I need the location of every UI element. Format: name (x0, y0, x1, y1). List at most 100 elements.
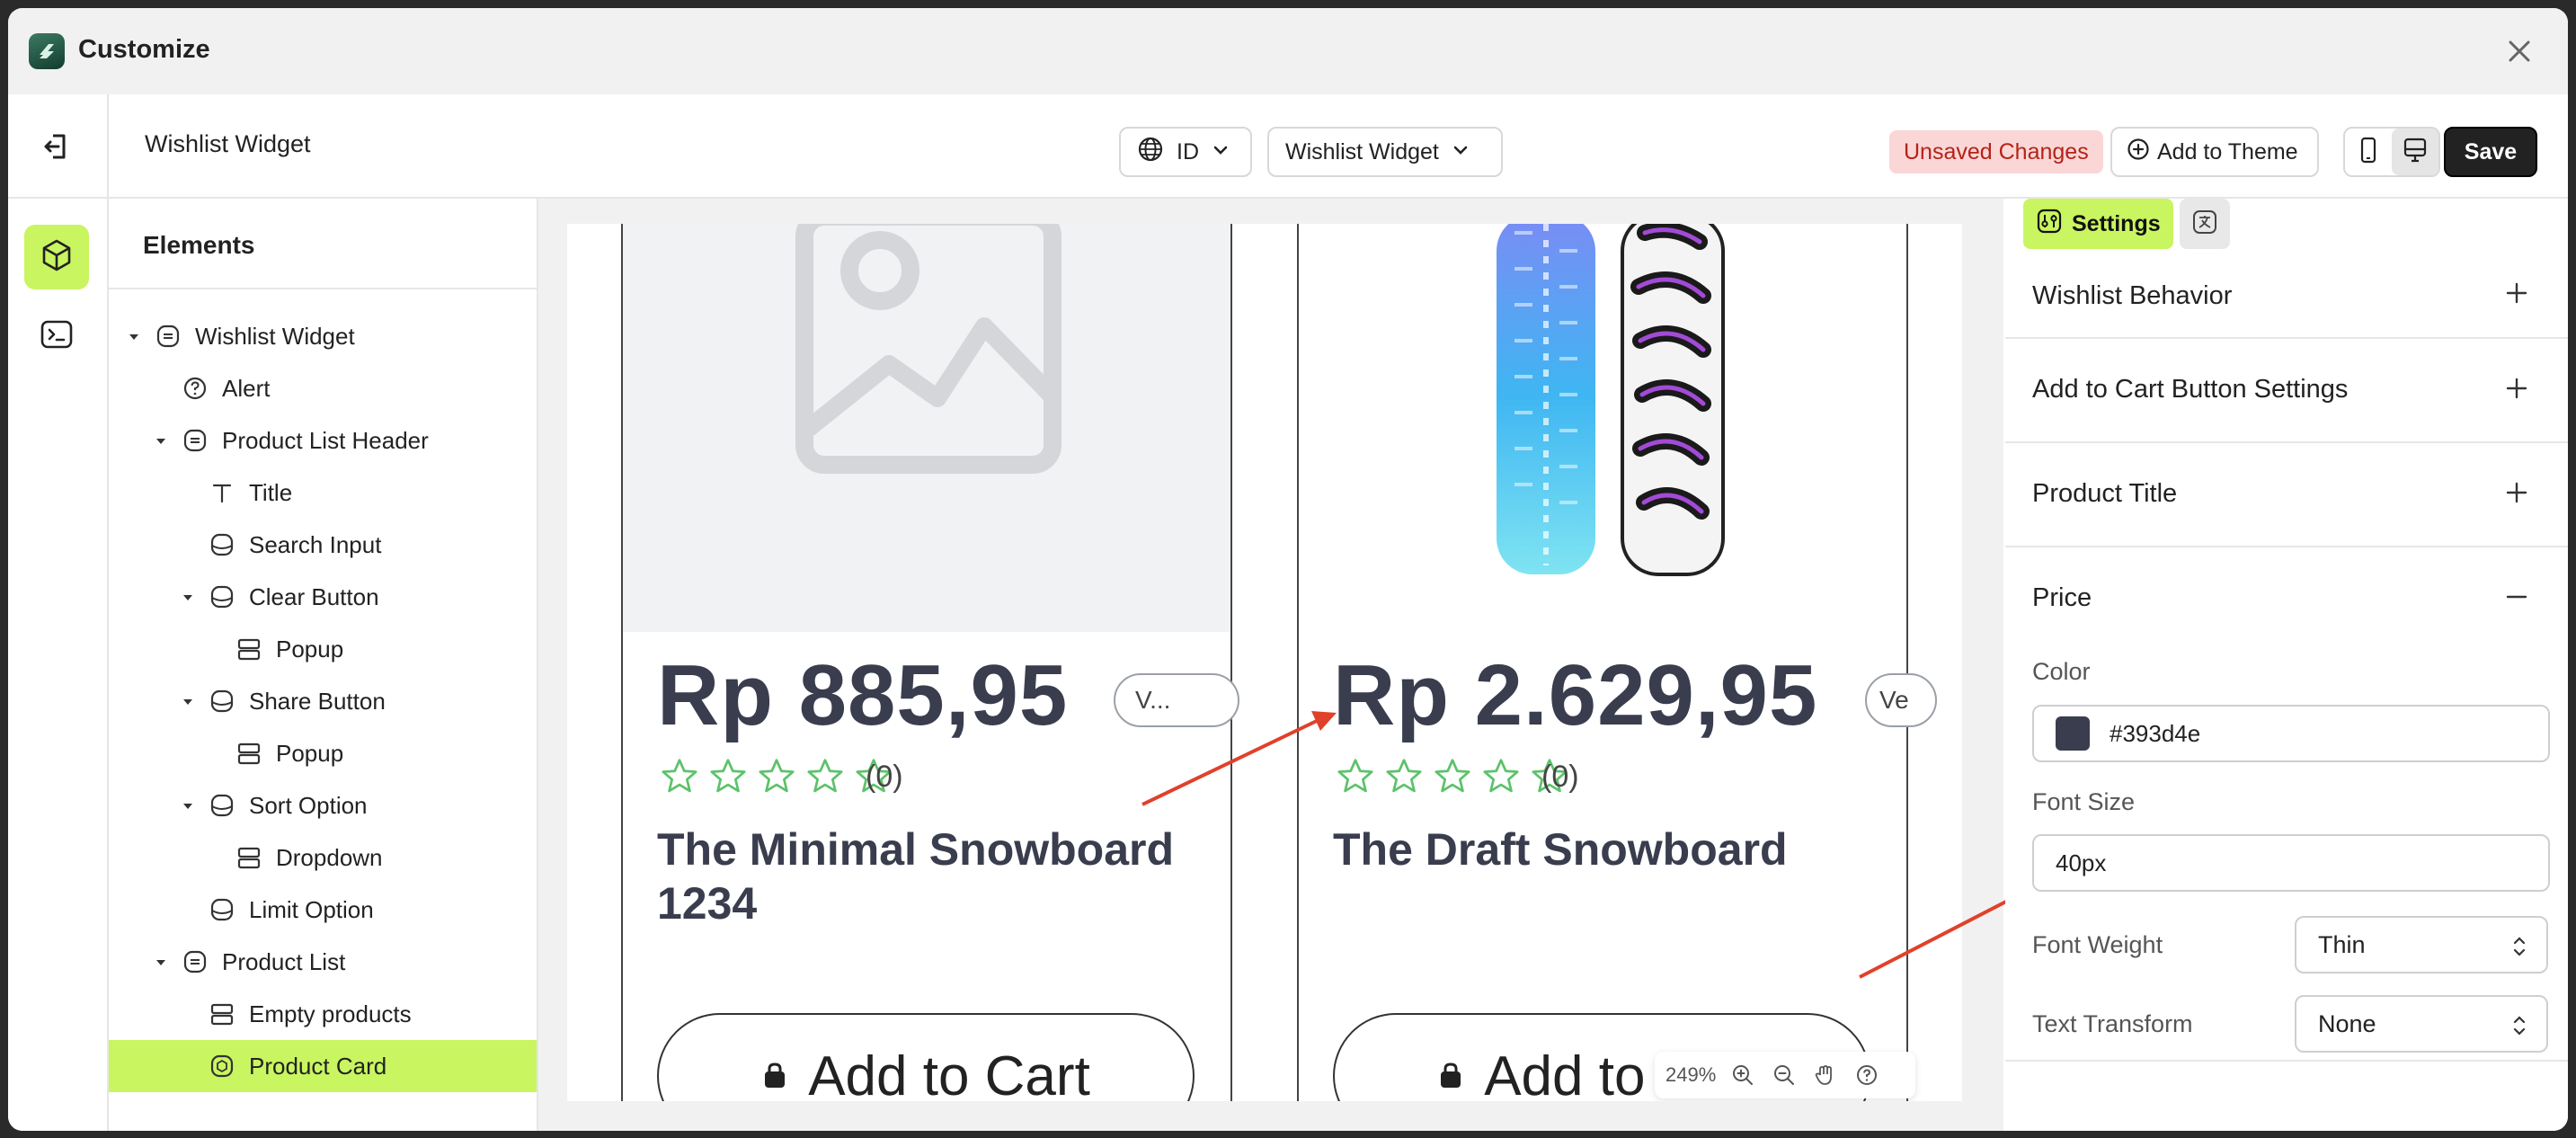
caret-down-icon[interactable] (182, 697, 193, 707)
code-tool-button[interactable] (24, 304, 89, 369)
tree-label: Alert (222, 374, 271, 402)
minus-icon[interactable] (2505, 585, 2528, 609)
block-icon (208, 791, 236, 820)
star-icon (1483, 759, 1519, 793)
color-swatch[interactable] (2056, 716, 2090, 751)
caret-down-icon[interactable] (155, 957, 166, 968)
terminal-icon (39, 316, 75, 357)
elements-panel: Elements Wishlist Widget Alert Product L… (109, 199, 538, 1131)
settings-panel: Settings Wishlist Behavior Add to Cart B… (2005, 199, 2568, 1131)
unsaved-changes-badge: Unsaved Changes (1889, 130, 2103, 173)
tree-label: Title (249, 478, 293, 506)
tab-settings[interactable]: Settings (2023, 199, 2173, 249)
tree-item-popup[interactable]: Popup (109, 623, 537, 675)
section-product-title[interactable]: Product Title (2005, 443, 2568, 547)
window-title: Customize (78, 35, 210, 64)
chevron-down-icon (1212, 139, 1230, 165)
tree-label: Product List Header (222, 426, 429, 454)
tree-item-clear-button[interactable]: Clear Button (109, 571, 537, 623)
hand-icon[interactable] (1811, 1061, 1840, 1089)
product-title-line: The Minimal Snowboard (657, 824, 1175, 875)
snowboard-image (1497, 224, 1725, 576)
product-card-icon (208, 1052, 236, 1080)
bag-icon (765, 1062, 786, 1088)
product-title-line: The Draft Snowboard (1333, 824, 1788, 875)
block-icon (208, 582, 236, 611)
bag-icon (1441, 1062, 1461, 1088)
text-transform-select[interactable]: None (2295, 995, 2548, 1053)
product-card[interactable]: Rp 2.629,95 Ve (0) The Draft Snowboard A… (1297, 224, 1937, 1101)
preview-frame: Rp 885,95 V... (0) The Minimal Snowboard… (567, 224, 1962, 1101)
product-image (1299, 224, 1906, 632)
tab-translate[interactable] (2180, 199, 2230, 249)
add-to-cart-button[interactable]: Add to Cart (657, 1013, 1195, 1101)
tree-item-popup[interactable]: Popup (109, 727, 537, 779)
elements-tool-button[interactable] (24, 225, 89, 289)
tree-item-dropdown[interactable]: Dropdown (109, 831, 537, 884)
mobile-view-button[interactable] (2345, 129, 2392, 175)
star-icon (1386, 759, 1422, 793)
rail-divider (8, 197, 107, 199)
desktop-icon (2402, 137, 2429, 168)
star-icon (1435, 759, 1470, 793)
desktop-view-button[interactable] (2392, 129, 2438, 175)
caret-down-icon[interactable] (182, 801, 193, 812)
tree-item-wishlist-widget[interactable]: Wishlist Widget (109, 310, 537, 362)
font-size-field[interactable]: 40px (2032, 834, 2550, 892)
text-transform-value: None (2318, 1009, 2376, 1037)
tree-label: Share Button (249, 687, 386, 715)
globe-icon (1137, 136, 1164, 169)
add-to-theme-button[interactable]: Add to Theme (2110, 127, 2319, 177)
zoom-out-icon[interactable] (1770, 1061, 1799, 1089)
elements-title: Elements (143, 231, 255, 259)
app-logo-icon (29, 33, 65, 69)
tree-label: Wishlist Widget (195, 322, 355, 350)
plus-circle-icon (2127, 138, 2150, 167)
title-bar: Customize (8, 8, 2568, 96)
caret-down-icon[interactable] (155, 436, 166, 447)
section-title: Wishlist Behavior (2032, 281, 2233, 310)
tree-item-search-input[interactable]: Search Input (109, 519, 537, 571)
section-add-to-cart-settings[interactable]: Add to Cart Button Settings (2005, 339, 2568, 443)
tree-item-product-list-header[interactable]: Product List Header (109, 414, 537, 467)
tree-item-alert[interactable]: Alert (109, 362, 537, 414)
tree-label: Popup (276, 635, 344, 662)
font-weight-label: Font Weight (2032, 931, 2163, 958)
zoom-in-icon[interactable] (1728, 1061, 1757, 1089)
tree-item-title[interactable]: Title (109, 467, 537, 519)
updown-icon (2513, 937, 2526, 956)
star-icon (710, 759, 746, 793)
zoom-level: 249% (1666, 1063, 1717, 1086)
chevron-down-icon (1452, 139, 1470, 165)
widget-icon (181, 426, 209, 455)
language-value: ID (1177, 138, 1199, 164)
variant-select[interactable]: V... (1114, 673, 1239, 727)
close-icon[interactable] (2503, 35, 2536, 67)
plus-icon[interactable] (2505, 281, 2528, 305)
exit-icon[interactable] (40, 130, 73, 163)
save-button[interactable]: Save (2444, 127, 2537, 177)
color-value: #393d4e (2110, 719, 2201, 747)
tree-item-share-button[interactable]: Share Button (109, 675, 537, 727)
tree-item-empty-products[interactable]: Empty products (109, 988, 537, 1040)
language-select[interactable]: ID (1119, 127, 1252, 177)
color-field[interactable]: #393d4e (2032, 705, 2550, 762)
plus-icon[interactable] (2505, 377, 2528, 400)
help-icon[interactable] (1852, 1061, 1881, 1089)
tree-item-sort-option[interactable]: Sort Option (109, 779, 537, 831)
tree-item-limit-option[interactable]: Limit Option (109, 884, 537, 936)
tree-item-product-card[interactable]: Product Card (109, 1040, 537, 1092)
font-weight-select[interactable]: Thin (2295, 916, 2548, 974)
section-wishlist-behavior[interactable]: Wishlist Behavior (2005, 249, 2568, 339)
cube-icon (39, 237, 75, 278)
variant-select[interactable]: Ve (1865, 673, 1937, 727)
tree-item-product-list[interactable]: Product List (109, 936, 537, 988)
text-icon (208, 478, 236, 507)
section-title: Product Title (2032, 479, 2178, 508)
template-select[interactable]: Wishlist Widget (1267, 127, 1503, 177)
caret-down-icon[interactable] (129, 332, 139, 342)
caret-down-icon[interactable] (182, 592, 193, 603)
product-card[interactable]: Rp 885,95 V... (0) The Minimal Snowboard… (621, 224, 1239, 1101)
font-size-label: Font Size (2032, 788, 2136, 815)
plus-icon[interactable] (2505, 481, 2528, 504)
